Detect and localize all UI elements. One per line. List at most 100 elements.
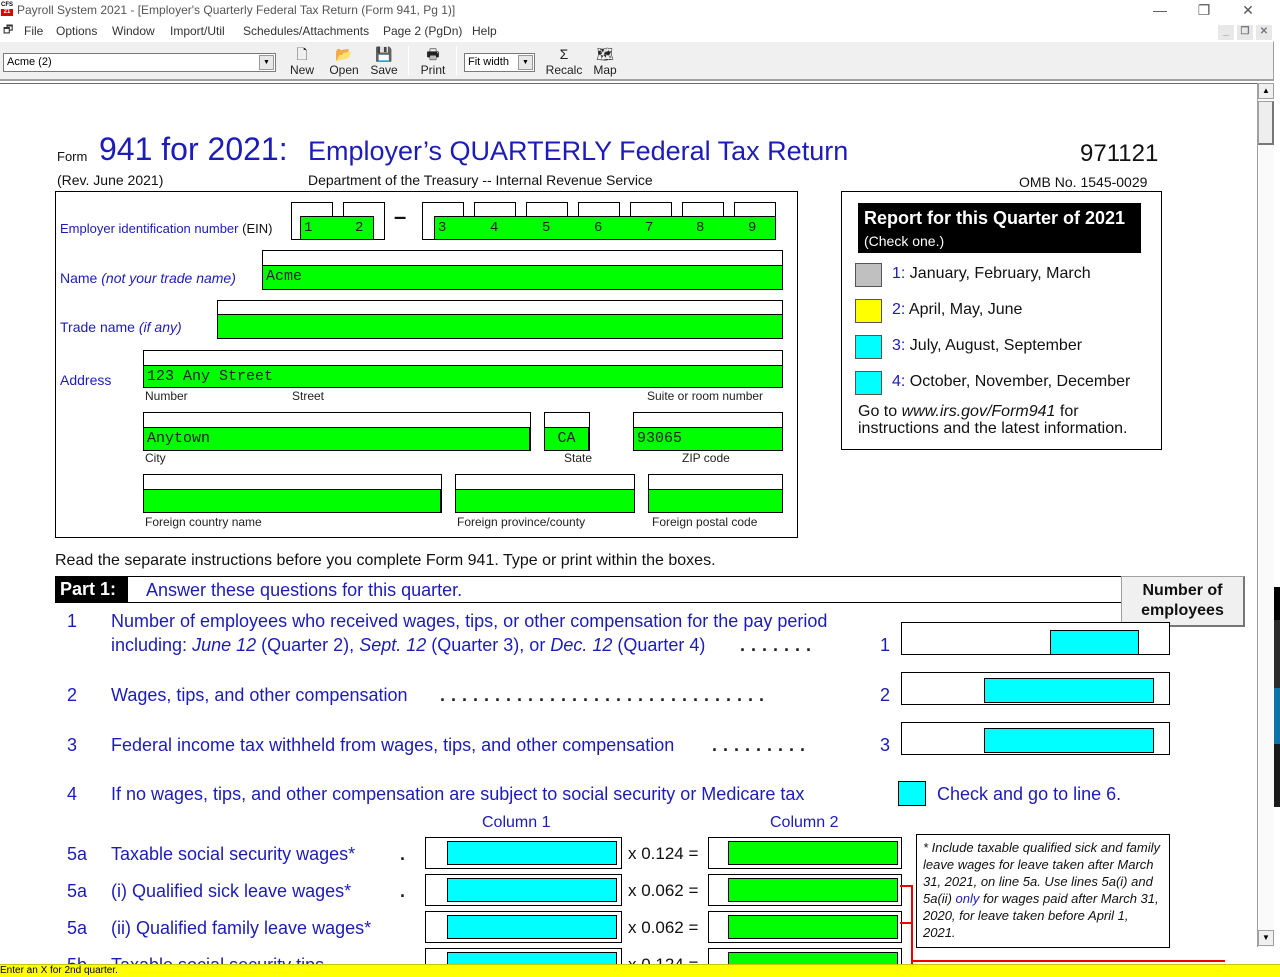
line5-number: 5a [67, 881, 88, 901]
bracket-line [900, 922, 912, 924]
scroll-thumb[interactable] [1258, 101, 1274, 145]
chevron-down-icon[interactable]: ▼ [518, 55, 533, 70]
line4-check-label: Check and go to line 6. [937, 784, 1122, 804]
city-label: City [145, 451, 166, 465]
quarter-box-subtitle: (Check one.) [864, 233, 945, 249]
minimize-button[interactable]: — [1138, 1, 1182, 21]
line3-withheld-input[interactable] [984, 728, 1154, 753]
menu-page2[interactable]: Page 2 (PgDn) [383, 24, 462, 38]
quarter-box-title: Report for this Quarter of 2021 [864, 208, 1126, 228]
part1-label: Part 1: [55, 577, 128, 602]
company-select[interactable]: Acme (2) ▼ [3, 53, 276, 72]
foreign-country-label: Foreign country name [145, 515, 262, 529]
menu-schedules[interactable]: Schedules/Attachments [243, 24, 369, 38]
quarter-1-checkbox[interactable] [855, 263, 882, 287]
save-icon: 💾 [375, 46, 393, 62]
number-of-employees-button[interactable]: Number of employees [1121, 576, 1245, 627]
line5-col2-output [728, 841, 898, 865]
line5-multiplier: x 0.124 = [628, 955, 698, 964]
line5-col1-input[interactable] [447, 841, 617, 865]
line5-dot: . [400, 844, 412, 864]
line5-col1-input[interactable] [447, 915, 617, 939]
chevron-down-icon[interactable]: ▼ [259, 55, 274, 70]
scroll-up-arrow-icon[interactable]: ▲ [1258, 83, 1274, 99]
line5-number: 5b [67, 955, 87, 964]
sigma-icon: Σ [559, 46, 569, 62]
line2-number: 2 [67, 685, 78, 705]
mdi-restore-button[interactable]: ❐ [1237, 25, 1253, 40]
state-input[interactable]: CA [544, 427, 589, 451]
suite-label: Suite or room number [647, 389, 764, 403]
irs-link[interactable]: www.irs.gov/Form941 [902, 403, 1056, 420]
form-word: Form [57, 149, 88, 164]
line2-dots: .............................. [440, 685, 771, 705]
part1-title: Answer these questions for this quarter. [146, 580, 463, 600]
form-revision: (Rev. June 2021) [57, 172, 164, 188]
trade-name-label: Trade name (if any) [60, 319, 182, 335]
line1-employees-input[interactable] [1050, 630, 1139, 655]
window-title: Payroll System 2021 - [Employer's Quarte… [17, 3, 456, 17]
form-code: 971121 [1080, 140, 1159, 167]
line5-col1-input[interactable] [447, 952, 617, 964]
line5-text: Taxable social security tips [111, 955, 324, 964]
vertical-scrollbar[interactable]: ▲ ▼ [1257, 83, 1274, 947]
ein-prefix-input[interactable]: 1 2 [300, 216, 374, 240]
document-icon[interactable]: 🗗 [3, 24, 16, 37]
bracket-line [911, 885, 913, 964]
menu-file[interactable]: File [24, 24, 43, 38]
foreign-province-input[interactable] [455, 489, 635, 513]
line1-dots: ....... [740, 635, 818, 655]
bracket-line [911, 960, 1225, 962]
foreign-province-label: Foreign province/county [457, 515, 586, 529]
zoom-select[interactable]: Fit width ▼ [464, 53, 535, 72]
foreign-postal-input[interactable] [648, 489, 783, 513]
open-button[interactable]: 📂 Open [327, 45, 361, 79]
restore-button[interactable]: ❐ [1182, 1, 1226, 21]
recalc-button[interactable]: Σ Recalc [544, 45, 584, 79]
form-subtitle: Employer’s QUARTERLY Federal Tax Return [308, 136, 849, 166]
quarter-4-checkbox[interactable] [855, 371, 882, 395]
line4-checkbox[interactable] [898, 781, 926, 806]
status-bar: Enter an X for 2nd quarter. [0, 964, 1280, 977]
print-button[interactable]: 🖶 Print [418, 45, 448, 79]
map-icon: 🗺 [596, 46, 614, 62]
line1-number: 1 [67, 611, 78, 631]
zoom-select-value: Fit width [468, 56, 509, 68]
save-button[interactable]: 💾 Save [369, 45, 399, 79]
line2-wages-input[interactable] [984, 678, 1154, 703]
mdi-close-button[interactable]: ✕ [1256, 25, 1272, 40]
ein-suffix-input[interactable]: 3 4 5 6 7 8 9 [434, 216, 776, 240]
line3-box-label: 3 [880, 735, 891, 755]
quarter-2-label: 2: April, May, June [892, 301, 1023, 318]
mdi-minimize-button[interactable]: _ [1218, 25, 1234, 40]
new-button[interactable]: 🗋 New [287, 45, 317, 79]
line1-box-label: 1 [880, 635, 891, 655]
close-button[interactable]: ✕ [1226, 1, 1270, 21]
street-input[interactable]: 123 Any Street [143, 365, 783, 388]
menu-options[interactable]: Options [56, 24, 97, 38]
line5-col2-output [728, 878, 898, 902]
name-input[interactable]: Acme [262, 265, 783, 290]
department: Department of the Treasury -- Internal R… [308, 172, 653, 188]
line5-dot: . [400, 881, 412, 901]
scroll-down-arrow-icon[interactable]: ▼ [1258, 930, 1274, 946]
address-label: Address [60, 372, 112, 388]
line4-text: If no wages, tips, and other compensatio… [111, 784, 805, 804]
line5-col2-output [728, 952, 898, 964]
quarter-3-label: 3: July, August, September [892, 337, 1083, 354]
foreign-country-input[interactable] [143, 489, 441, 513]
number-label: Number [145, 389, 188, 403]
menu-help[interactable]: Help [472, 24, 497, 38]
line3-text: Federal income tax withheld from wages, … [111, 735, 675, 755]
map-button[interactable]: 🗺 Map [590, 45, 620, 79]
omb-number: OMB No. 1545-0029 [1019, 174, 1148, 190]
zip-input[interactable]: 93065 [633, 427, 783, 451]
line2-text: Wages, tips, and other compensation [111, 685, 408, 705]
line5-col1-input[interactable] [447, 878, 617, 902]
quarter-3-checkbox[interactable] [855, 335, 882, 359]
menu-window[interactable]: Window [112, 24, 155, 38]
menu-import-util[interactable]: Import/Util [170, 24, 225, 38]
city-input[interactable]: Anytown [143, 427, 530, 451]
quarter-2-checkbox[interactable] [855, 299, 882, 323]
trade-name-input[interactable] [217, 314, 783, 339]
